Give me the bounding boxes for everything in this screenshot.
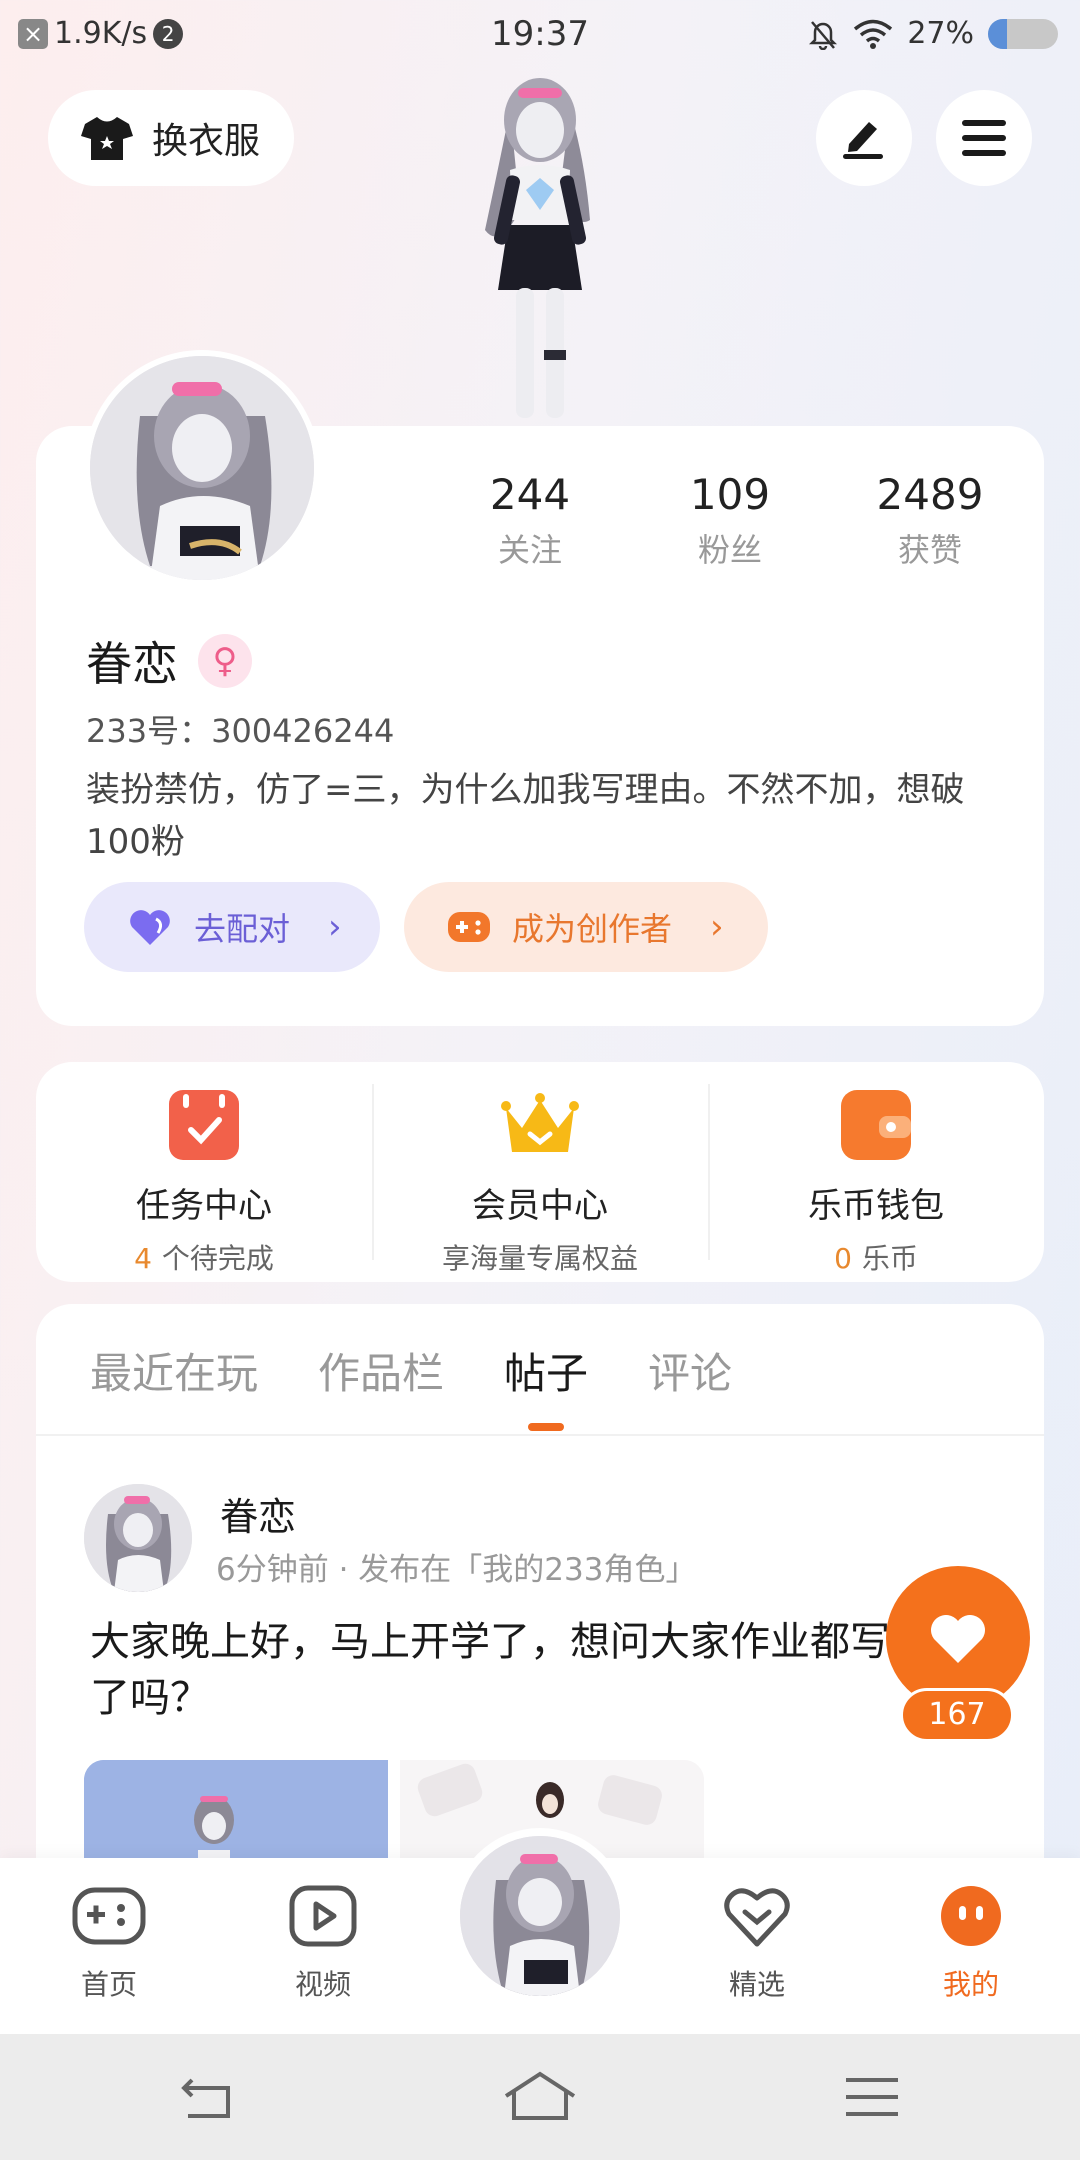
battery-percent: 27%: [907, 16, 974, 51]
pending-count: 4: [134, 1242, 152, 1275]
avatar: [90, 356, 314, 580]
nav-mine-label: 我的: [942, 1968, 999, 2001]
like-count: 167: [900, 1688, 1014, 1742]
member-center-sub: 享海量专属权益: [441, 1242, 638, 1275]
back-icon[interactable]: [178, 2070, 238, 2124]
heart-chat-icon: [724, 1888, 790, 1947]
become-creator-button[interactable]: 成为创作者 ›: [404, 882, 768, 972]
nav-featured-label: 精选: [728, 1968, 785, 2001]
match-button[interactable]: 去配对 ›: [84, 882, 380, 972]
home-icon[interactable]: [502, 2070, 578, 2124]
battery-fill: [988, 18, 1007, 49]
post-meta: 6分钟前 · 发布在「我的233角色」: [216, 1552, 697, 1588]
divider: [36, 1434, 1044, 1436]
profile-uid[interactable]: 233号：300426244: [86, 706, 394, 752]
stat-number: 2489: [876, 470, 984, 519]
avatar-figure[interactable]: [440, 60, 640, 430]
calendar-check-icon: [169, 1090, 239, 1160]
wifi-icon: [854, 19, 893, 49]
member-center-button[interactable]: 会员中心 享海量专属权益: [372, 1062, 708, 1282]
nav-video[interactable]: 视频: [258, 1884, 388, 2003]
post-text[interactable]: 大家晚上好，马上开学了，想问大家作业都写完了吗？: [90, 1614, 950, 1726]
profile-tabs: 最近在玩 作品栏 帖子 评论: [90, 1340, 732, 1431]
crown-icon: [501, 1090, 579, 1160]
play-icon: [289, 1885, 357, 1947]
bell-off-icon: [809, 20, 838, 50]
nav-home[interactable]: 首页: [44, 1884, 174, 2003]
pending-label: 个待完成: [161, 1242, 274, 1275]
menu-button[interactable]: [936, 90, 1032, 186]
change-outfit-button[interactable]: 换衣服: [48, 90, 294, 186]
hamburger-menu-icon: [962, 120, 1006, 156]
task-center-title: 任务中心: [136, 1186, 272, 1226]
stat-likes[interactable]: 2489 获赞: [840, 470, 1020, 571]
tab-comments[interactable]: 评论: [648, 1340, 732, 1431]
status-right: 27%: [807, 16, 1058, 51]
coin-label: 乐币: [861, 1242, 918, 1275]
female-gender-icon: ♀: [198, 634, 252, 688]
profile-bio: 装扮禁仿，仿了=三，为什么加我写理由。不然不加，想破100粉: [86, 770, 965, 862]
coin-count: 0: [834, 1242, 852, 1275]
stat-label: 关注: [497, 531, 562, 569]
nav-center-avatar[interactable]: [452, 1828, 628, 2004]
tab-posts[interactable]: 帖子: [504, 1340, 588, 1431]
nav-mine[interactable]: 我的: [906, 1884, 1036, 2003]
avatar: [460, 1836, 620, 1996]
wallet-icon: [841, 1090, 911, 1160]
tab-recently-played[interactable]: 最近在玩: [90, 1340, 258, 1431]
pen-icon: [843, 122, 883, 159]
stats-row: 244 关注 109 粉丝 2489 获赞: [440, 470, 1020, 571]
tab-works[interactable]: 作品栏: [318, 1340, 444, 1431]
stat-following[interactable]: 244 关注: [440, 470, 620, 571]
post-author-name[interactable]: 眷恋: [220, 1486, 296, 1541]
nav-home-label: 首页: [80, 1968, 137, 2001]
bottom-nav: 首页 视频 精选 我的: [0, 1828, 1080, 2034]
nav-featured[interactable]: 精选: [692, 1884, 822, 2003]
stat-label: 粉丝: [697, 531, 762, 569]
chevron-right-icon: ›: [328, 907, 342, 947]
wallet-button[interactable]: 乐币钱包 0 乐币: [708, 1062, 1044, 1282]
system-nav-bar: [0, 2034, 1080, 2160]
member-center-title: 会员中心: [472, 1186, 608, 1226]
chevron-right-icon: ›: [710, 907, 724, 947]
task-center-sub: 4 个待完成: [36, 1237, 372, 1277]
heart-icon: [931, 1615, 985, 1663]
face-icon: [941, 1886, 1001, 1946]
post-author-avatar[interactable]: [84, 1484, 192, 1592]
name-row: 眷恋 ♀: [86, 628, 252, 694]
wallet-sub: 0 乐币: [708, 1237, 1044, 1277]
become-creator-label: 成为创作者: [512, 910, 673, 948]
nav-video-label: 视频: [294, 1968, 351, 2001]
battery-icon: [988, 18, 1058, 49]
change-outfit-label: 换衣服: [152, 121, 261, 162]
stat-number: 244: [489, 470, 571, 519]
gamepad-icon: [72, 1887, 146, 1945]
profile-avatar[interactable]: [84, 350, 320, 586]
match-label: 去配对: [194, 910, 291, 948]
wallet-title: 乐币钱包: [808, 1186, 944, 1226]
heart-icon: [130, 910, 170, 945]
stat-label: 获赞: [897, 531, 962, 569]
task-center-button[interactable]: 任务中心 4 个待完成: [36, 1062, 372, 1282]
tshirt-icon: [81, 117, 133, 160]
profile-name: 眷恋: [86, 637, 178, 691]
edit-profile-button[interactable]: [816, 90, 912, 186]
recent-apps-icon[interactable]: [842, 2070, 902, 2124]
quick-access-card: 任务中心 4 个待完成 会员中心 享海量专属权益 乐币钱包 0 乐币: [36, 1062, 1044, 1282]
gamepad-icon: [448, 912, 490, 942]
stat-number: 109: [689, 470, 771, 519]
stat-followers[interactable]: 109 粉丝: [640, 470, 820, 571]
